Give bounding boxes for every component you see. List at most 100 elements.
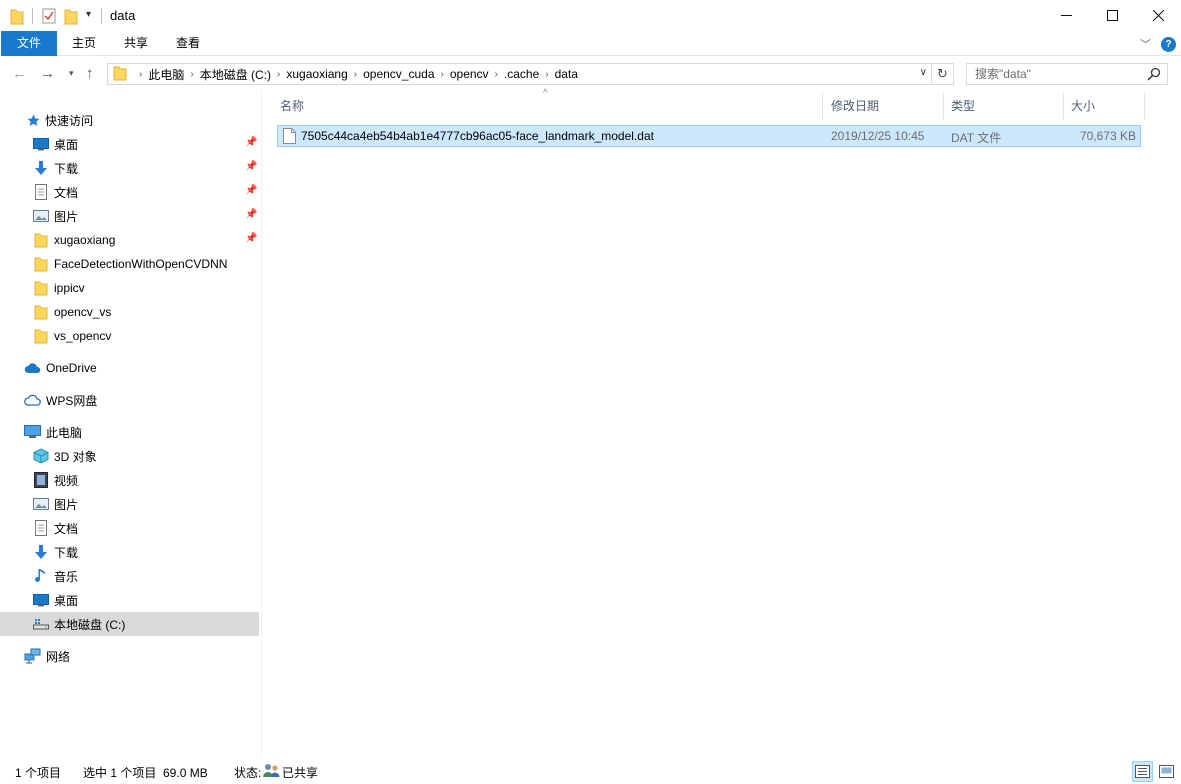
up-arrow-icon[interactable]: ↑ — [86, 65, 94, 82]
sidebar-item-network[interactable]: 网络 — [0, 644, 259, 668]
breadcrumb-this-pc[interactable]: 此电脑 — [148, 66, 184, 83]
sidebar-item-label: vs_opencv — [54, 329, 112, 343]
sidebar-item-xugaoxiang[interactable]: xugaoxiang 📌 — [0, 228, 259, 252]
file-size: 70,673 KB — [1079, 129, 1136, 143]
breadcrumb-chevron-icon[interactable]: › — [139, 69, 142, 80]
sidebar-item-opencv-vs[interactable]: opencv_vs — [0, 300, 259, 324]
sidebar-item-vs-opencv[interactable]: vs_opencv — [0, 324, 259, 348]
sidebar-item-desktop[interactable]: 桌面 — [0, 588, 259, 612]
sidebar-item-downloads[interactable]: 下载 — [0, 540, 259, 564]
sidebar-item-label: 桌面 — [54, 137, 79, 152]
sidebar-item-3d-objects[interactable]: 3D 对象 — [0, 444, 259, 468]
sidebar-item-label: 视频 — [54, 473, 79, 488]
sidebar-item-label: opencv_vs — [54, 305, 112, 319]
file-type: DAT 文件 — [951, 131, 1002, 145]
sidebar-item-label: 下载 — [54, 161, 79, 176]
column-header-name[interactable]: 名称 — [274, 92, 823, 120]
maximize-icon — [1106, 10, 1118, 21]
folder-icon — [33, 232, 49, 248]
pictures-icon — [33, 208, 49, 224]
folder-icon — [33, 328, 49, 344]
tab-file[interactable]: 文件 — [1, 31, 57, 56]
tab-view[interactable]: 查看 — [166, 31, 210, 56]
search-box[interactable] — [966, 63, 1168, 85]
address-bar[interactable]: › 此电脑 › 本地磁盘 (C:) › xugaoxiang › opencv_… — [107, 63, 932, 85]
sidebar-item-this-pc[interactable]: 此电脑 — [0, 420, 259, 444]
column-header-size[interactable]: 大小 — [1065, 92, 1145, 120]
breadcrumb-local-disk[interactable]: 本地磁盘 (C:) — [200, 66, 271, 83]
column-header-type[interactable]: 类型 — [945, 92, 1064, 120]
sidebar-item-videos[interactable]: 视频 — [0, 468, 259, 492]
close-button[interactable] — [1135, 0, 1181, 31]
pin-icon[interactable]: 📌 — [245, 185, 257, 196]
sidebar-item-label: 下载 — [54, 545, 79, 560]
new-folder-icon[interactable] — [64, 7, 78, 25]
network-icon — [24, 648, 41, 664]
file-icon — [283, 128, 296, 147]
sidebar-item-local-disk[interactable]: 本地磁盘 (C:) — [0, 612, 259, 636]
breadcrumb-opencv[interactable]: opencv — [450, 67, 489, 81]
help-icon[interactable]: ? — [1161, 37, 1176, 52]
breadcrumb-chevron-icon[interactable]: › — [545, 69, 548, 80]
desktop-icon — [33, 136, 49, 152]
pin-icon[interactable]: 📌 — [245, 137, 257, 148]
customize-toolbar-chevron-icon[interactable]: ▾ — [86, 9, 91, 20]
tab-share[interactable]: 共享 — [114, 31, 158, 56]
breadcrumb-opencv-cuda[interactable]: opencv_cuda — [363, 67, 434, 81]
refresh-icon[interactable]: ↻ — [932, 63, 954, 85]
sidebar-item-wps[interactable]: WPS网盘 — [0, 388, 259, 412]
sidebar-item-documents[interactable]: 文档 — [0, 516, 259, 540]
search-input[interactable] — [975, 67, 1135, 81]
cloud-icon — [24, 360, 41, 376]
breadcrumb-chevron-icon[interactable]: › — [495, 69, 498, 80]
back-arrow-icon[interactable]: ← — [12, 65, 27, 82]
sidebar-item-label: ippicv — [54, 281, 85, 295]
sidebar-item-label: 本地磁盘 (C:) — [54, 617, 126, 632]
minimize-button[interactable] — [1043, 0, 1089, 31]
breadcrumb-chevron-icon[interactable]: › — [190, 69, 193, 80]
sidebar-item-quick-access[interactable]: 快速访问 — [0, 108, 259, 132]
column-header-modified[interactable]: 修改日期 — [825, 92, 944, 120]
breadcrumb-cache[interactable]: .cache — [504, 67, 539, 81]
sidebar-item-desktop-quick[interactable]: 桌面 📌 — [0, 132, 259, 156]
pin-icon[interactable]: 📌 — [245, 233, 257, 244]
folder-icon — [33, 256, 49, 272]
large-icons-view-button[interactable] — [1156, 761, 1177, 782]
ribbon: 文件 主页 共享 查看 ﹀ ? — [0, 31, 1181, 56]
maximize-button[interactable] — [1089, 0, 1135, 31]
sidebar-item-onedrive[interactable]: OneDrive — [0, 356, 259, 380]
sidebar-item-ippicv[interactable]: ippicv — [0, 276, 259, 300]
pin-icon[interactable]: 📌 — [245, 209, 257, 220]
sidebar-item-label: WPS网盘 — [46, 393, 98, 408]
selection-info: 选中 1 个项目 69.0 MB — [83, 766, 208, 780]
forward-arrow-icon[interactable]: → — [40, 65, 55, 82]
star-icon — [26, 112, 40, 128]
sidebar-item-downloads-quick[interactable]: 下载 📌 — [0, 156, 259, 180]
breadcrumb-chevron-icon[interactable]: › — [277, 69, 280, 80]
drive-icon — [33, 616, 49, 632]
tab-home[interactable]: 主页 — [62, 31, 106, 56]
address-history-chevron-icon[interactable]: ∨ — [920, 67, 927, 78]
pin-icon[interactable]: 📌 — [245, 161, 257, 172]
breadcrumb-data[interactable]: data — [555, 67, 578, 81]
folder-icon[interactable] — [10, 7, 24, 25]
details-view-button[interactable] — [1132, 761, 1153, 782]
sidebar-item-documents-quick[interactable]: 文档 📌 — [0, 180, 259, 204]
sidebar-item-label: 网络 — [46, 649, 71, 664]
breadcrumb-xugaoxiang[interactable]: xugaoxiang — [286, 67, 347, 81]
properties-icon[interactable] — [42, 7, 56, 25]
breadcrumb-chevron-icon[interactable]: › — [354, 69, 357, 80]
sidebar-item-pictures-quick[interactable]: 图片 📌 — [0, 204, 259, 228]
status-bar: 1 个项目 选中 1 个项目 69.0 MB 状态: 已共享 — [0, 756, 1181, 784]
file-row[interactable]: 7505c44ca4eb54b4ab1e4777cb96ac05-face_la… — [277, 125, 1141, 147]
search-icon[interactable] — [1147, 67, 1161, 81]
expand-ribbon-chevron-icon[interactable]: ﹀ — [1140, 36, 1151, 52]
sidebar-item-music[interactable]: 音乐 — [0, 564, 259, 588]
breadcrumb-chevron-icon[interactable]: › — [441, 69, 444, 80]
recent-locations-chevron-icon[interactable]: ▾ — [69, 68, 74, 79]
details-view-icon — [1135, 765, 1150, 778]
sidebar-item-pictures[interactable]: 图片 — [0, 492, 259, 516]
sidebar-item-label: FaceDetectionWithOpenCVDNN — [54, 257, 228, 271]
sidebar-item-facedetection[interactable]: FaceDetectionWithOpenCVDNN — [0, 252, 259, 276]
folder-icon — [113, 65, 127, 84]
